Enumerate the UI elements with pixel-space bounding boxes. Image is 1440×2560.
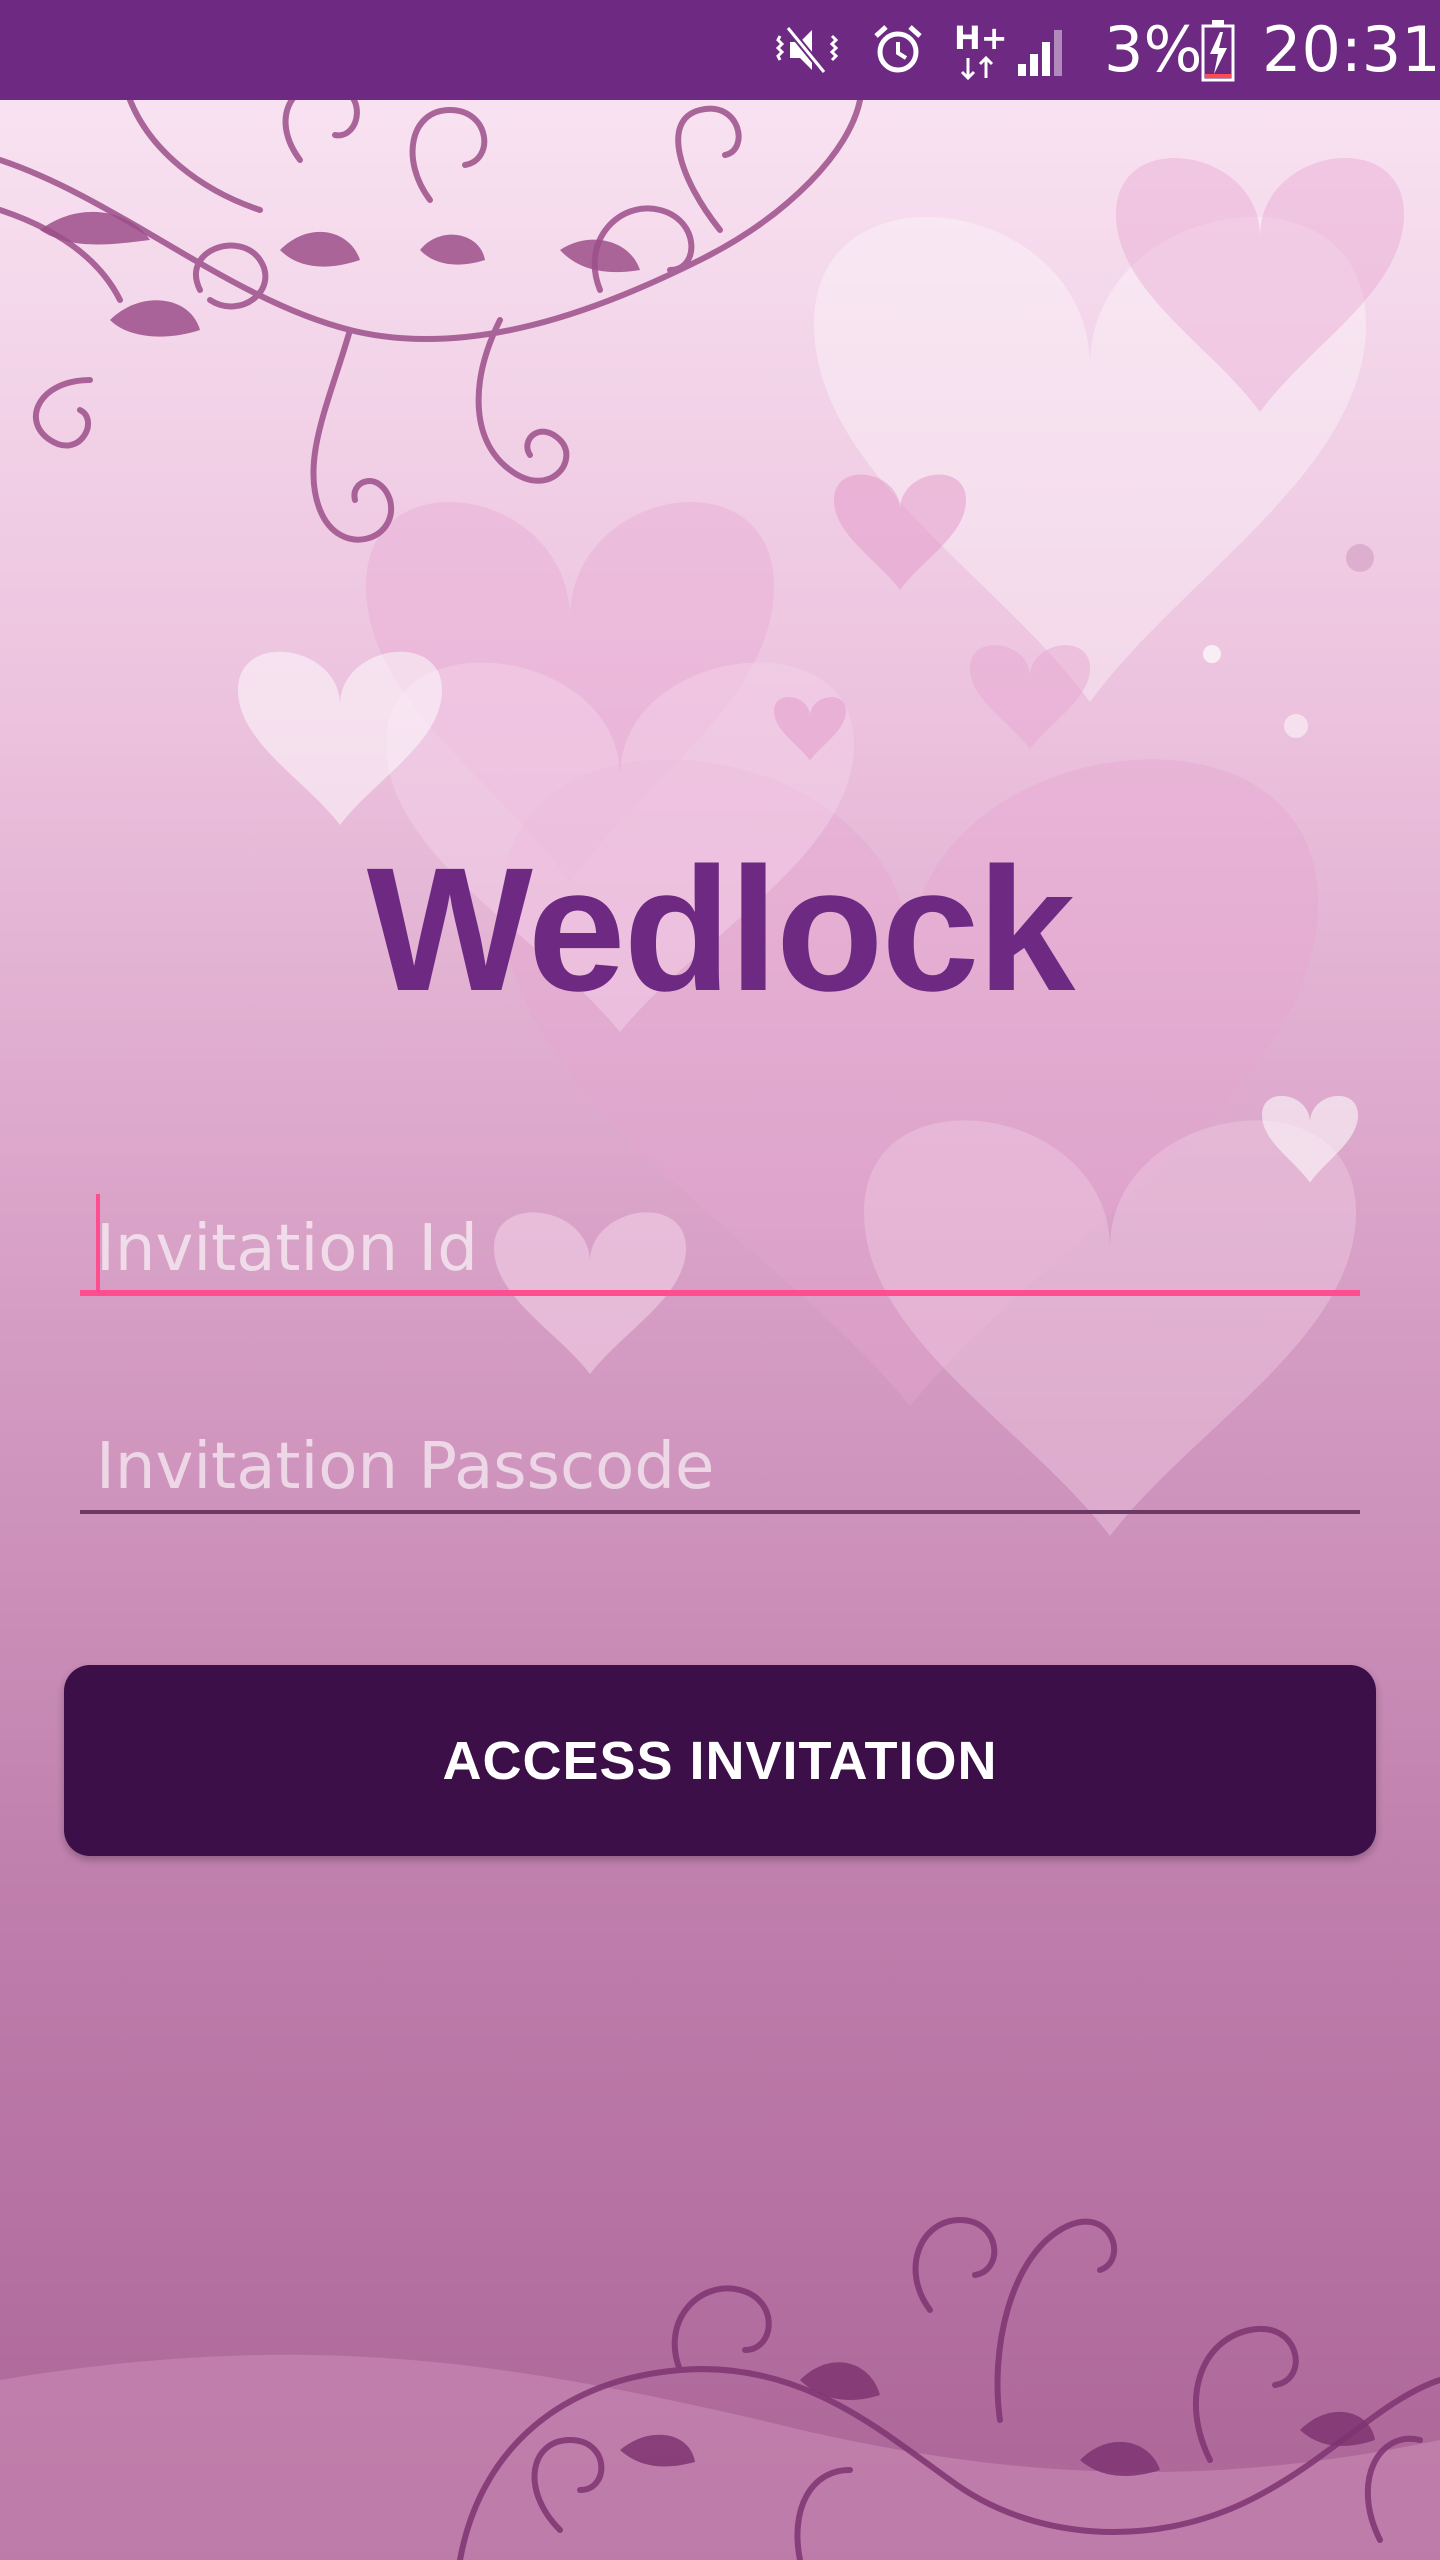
- invitation-passcode-input[interactable]: Invitation Passcode: [80, 1410, 1360, 1514]
- clock: 20:31: [1262, 13, 1440, 86]
- network-type-label: H+: [954, 19, 1008, 57]
- battery-charging-icon: [1201, 20, 1235, 82]
- status-bar: H+ 3% 20:31: [0, 0, 1440, 100]
- app-title: Wedlock: [366, 832, 1076, 1028]
- login-screen: H+ 3% 20:31 Wedlock Invitation Id Invita…: [0, 0, 1440, 2560]
- text-cursor: [96, 1194, 100, 1290]
- access-invitation-button[interactable]: ACCESS INVITATION: [64, 1665, 1376, 1856]
- invitation-id-input[interactable]: Invitation Id: [80, 1190, 1360, 1296]
- invitation-passcode-underline: [80, 1510, 1360, 1514]
- invitation-id-underline: [80, 1290, 1360, 1296]
- battery-percent: 3%: [1104, 13, 1203, 86]
- access-invitation-label: ACCESS INVITATION: [442, 1730, 998, 1791]
- signal-icon: [1018, 30, 1062, 76]
- network-type-icon: [960, 56, 994, 80]
- mute-vibrate-icon: [775, 25, 839, 75]
- invitation-id-placeholder: Invitation Id: [96, 1212, 478, 1286]
- alarm-icon: [874, 25, 922, 73]
- invitation-passcode-placeholder: Invitation Passcode: [96, 1430, 715, 1504]
- background-hearts-image: [0, 100, 1440, 2560]
